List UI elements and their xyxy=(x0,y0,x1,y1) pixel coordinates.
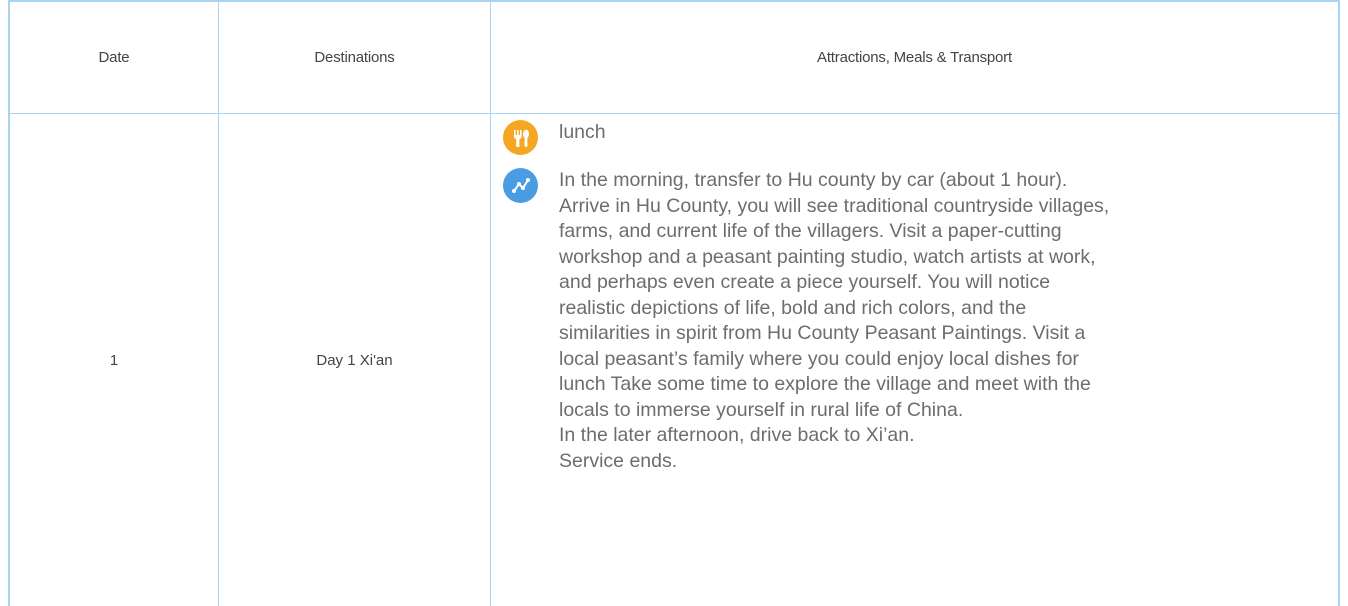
header-destinations: Destinations xyxy=(314,48,395,66)
route-icon xyxy=(503,168,538,203)
header-date: Date xyxy=(98,48,130,66)
row-destination: Day 1 Xi'an xyxy=(316,351,393,369)
activity-meal-text: lunch xyxy=(559,121,606,143)
itinerary-table: Date Destinations Attractions, Meals & T… xyxy=(0,0,1348,606)
header-details: Attractions, Meals & Transport xyxy=(817,48,1012,66)
fork-spoon-icon xyxy=(503,120,538,155)
activity-route-text: In the morning, transfer to Hu county by… xyxy=(559,169,1110,472)
activity-meal: lunch xyxy=(503,120,606,155)
row-activities: lunch In the morning, transfer to Hu cou… xyxy=(491,114,1340,606)
row-date: 1 xyxy=(109,351,119,369)
activity-route: In the morning, transfer to Hu county by… xyxy=(503,168,1279,474)
